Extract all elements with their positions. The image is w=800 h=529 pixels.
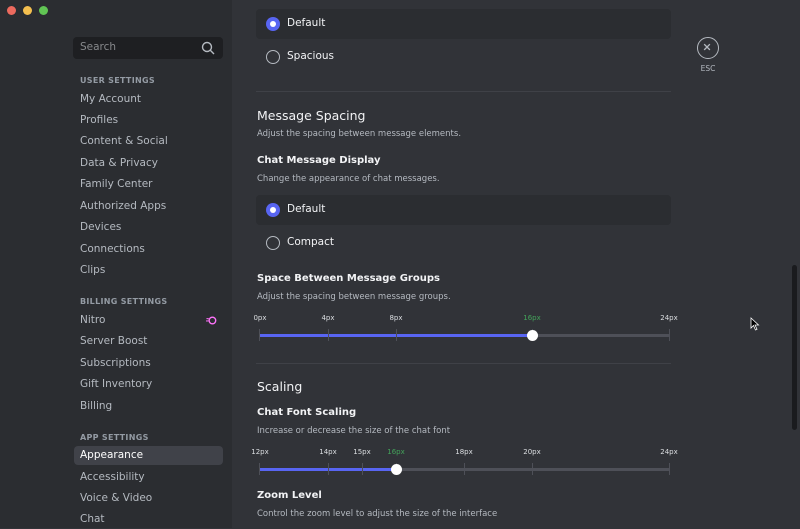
- sidebar-item-devices[interactable]: Devices: [74, 218, 223, 237]
- slider-tick: [669, 329, 670, 341]
- mouse-cursor-icon: [750, 317, 760, 331]
- sidebar-item-subscriptions[interactable]: Subscriptions: [74, 354, 223, 373]
- close-icon: [703, 43, 711, 51]
- zoom-level-description: Control the zoom level to adjust the siz…: [257, 509, 498, 519]
- nitro-icon: [206, 316, 217, 325]
- option-label: Default: [287, 203, 326, 215]
- sidebar-item-accessibility[interactable]: Accessibility: [74, 468, 223, 487]
- slider-tick-label-active: 16px: [523, 314, 541, 322]
- slider-tick-label: 8px: [389, 314, 403, 322]
- sidebar-item-clips[interactable]: Clips: [74, 261, 223, 280]
- zoom-level-title: Zoom Level: [257, 490, 322, 501]
- message-spacing-description: Adjust the spacing between message eleme…: [257, 129, 462, 139]
- sidebar-item-server-boost[interactable]: Server Boost: [74, 332, 223, 351]
- section-header-billing-settings: BILLING SETTINGS: [80, 297, 168, 306]
- section-header-app-settings: APP SETTINGS: [80, 433, 149, 442]
- chat-message-display-title: Chat Message Display: [257, 155, 381, 166]
- radio-selected: [266, 17, 280, 31]
- slider-tick: [328, 463, 329, 475]
- sidebar-item-content-social[interactable]: Content & Social: [74, 132, 223, 151]
- settings-sidebar: Search USER SETTINGS My Account Profiles…: [0, 0, 232, 528]
- slider-tick-label-active: 16px: [387, 448, 405, 456]
- slider-tick-label: 24px: [660, 448, 678, 456]
- slider-tick: [669, 463, 670, 475]
- appearance-settings-content: Default Spacious Message Spacing Adjust …: [232, 0, 800, 528]
- esc-label: ESC: [700, 64, 716, 73]
- sidebar-item-my-account[interactable]: My Account: [74, 90, 223, 109]
- message-spacing-title: Message Spacing: [257, 108, 366, 123]
- slider-tick: [532, 463, 533, 475]
- slider-tick: [259, 463, 260, 475]
- slider-tick-label: 12px: [251, 448, 269, 456]
- slider-tick-label: 14px: [319, 448, 337, 456]
- search-icon: [201, 41, 215, 55]
- density-option-spacious[interactable]: Spacious: [256, 42, 671, 72]
- density-option-default[interactable]: Default: [256, 9, 671, 39]
- slider-tick-label: 20px: [523, 448, 541, 456]
- slider-tick: [396, 329, 397, 341]
- sidebar-item-chat[interactable]: Chat: [74, 510, 223, 529]
- sidebar-item-connections[interactable]: Connections: [74, 240, 223, 259]
- message-groups-description: Adjust the spacing between message group…: [257, 292, 451, 302]
- close-window-button[interactable]: [7, 6, 16, 15]
- radio-unselected: [266, 236, 280, 250]
- slider-tick: [464, 463, 465, 475]
- sidebar-item-data-privacy[interactable]: Data & Privacy: [74, 154, 223, 173]
- slider-tick-label: 15px: [353, 448, 371, 456]
- sidebar-item-family-center[interactable]: Family Center: [74, 175, 223, 194]
- chat-font-scaling-description: Increase or decrease the size of the cha…: [257, 426, 451, 436]
- sidebar-item-voice-video[interactable]: Voice & Video: [74, 489, 223, 508]
- scrollbar-thumb[interactable]: [792, 265, 797, 430]
- sidebar-item-gift-inventory[interactable]: Gift Inventory: [74, 375, 223, 394]
- slider-tick-label: 4px: [321, 314, 335, 322]
- message-groups-title: Space Between Message Groups: [257, 273, 440, 284]
- option-label: Compact: [287, 236, 334, 248]
- sidebar-item-billing[interactable]: Billing: [74, 397, 223, 416]
- section-divider: [256, 91, 671, 92]
- slider-tick-label: 24px: [660, 314, 678, 322]
- chat-font-scaling-title: Chat Font Scaling: [257, 407, 357, 418]
- slider-tick: [362, 463, 363, 475]
- radio-unselected: [266, 50, 280, 64]
- section-divider: [256, 363, 671, 364]
- sidebar-item-profiles[interactable]: Profiles: [74, 111, 223, 130]
- sidebar-item-nitro[interactable]: Nitro: [74, 311, 223, 330]
- display-option-compact[interactable]: Compact: [256, 228, 671, 258]
- slider-tick-label: 0px: [253, 314, 267, 322]
- maximize-window-button[interactable]: [39, 6, 48, 15]
- option-label: Spacious: [287, 50, 335, 62]
- slider-tick: [259, 329, 260, 341]
- slider-tick: [328, 329, 329, 341]
- minimize-window-button[interactable]: [23, 6, 32, 15]
- slider-handle[interactable]: [391, 464, 402, 475]
- window-controls: [7, 6, 48, 15]
- section-header-user-settings: USER SETTINGS: [80, 76, 155, 85]
- slider-handle[interactable]: [527, 330, 538, 341]
- scaling-title: Scaling: [257, 379, 303, 394]
- search-placeholder: Search: [80, 41, 117, 53]
- sidebar-item-authorized-apps[interactable]: Authorized Apps: [74, 197, 223, 216]
- close-settings-button[interactable]: [697, 37, 719, 59]
- slider-tick-label: 18px: [455, 448, 473, 456]
- option-label: Default: [287, 17, 326, 29]
- chat-message-display-description: Change the appearance of chat messages.: [257, 174, 440, 184]
- sidebar-item-appearance[interactable]: Appearance: [74, 446, 223, 465]
- radio-selected: [266, 203, 280, 217]
- sidebar-item-label: Nitro: [80, 314, 106, 326]
- display-option-default[interactable]: Default: [256, 195, 671, 225]
- search-input[interactable]: Search: [73, 37, 223, 59]
